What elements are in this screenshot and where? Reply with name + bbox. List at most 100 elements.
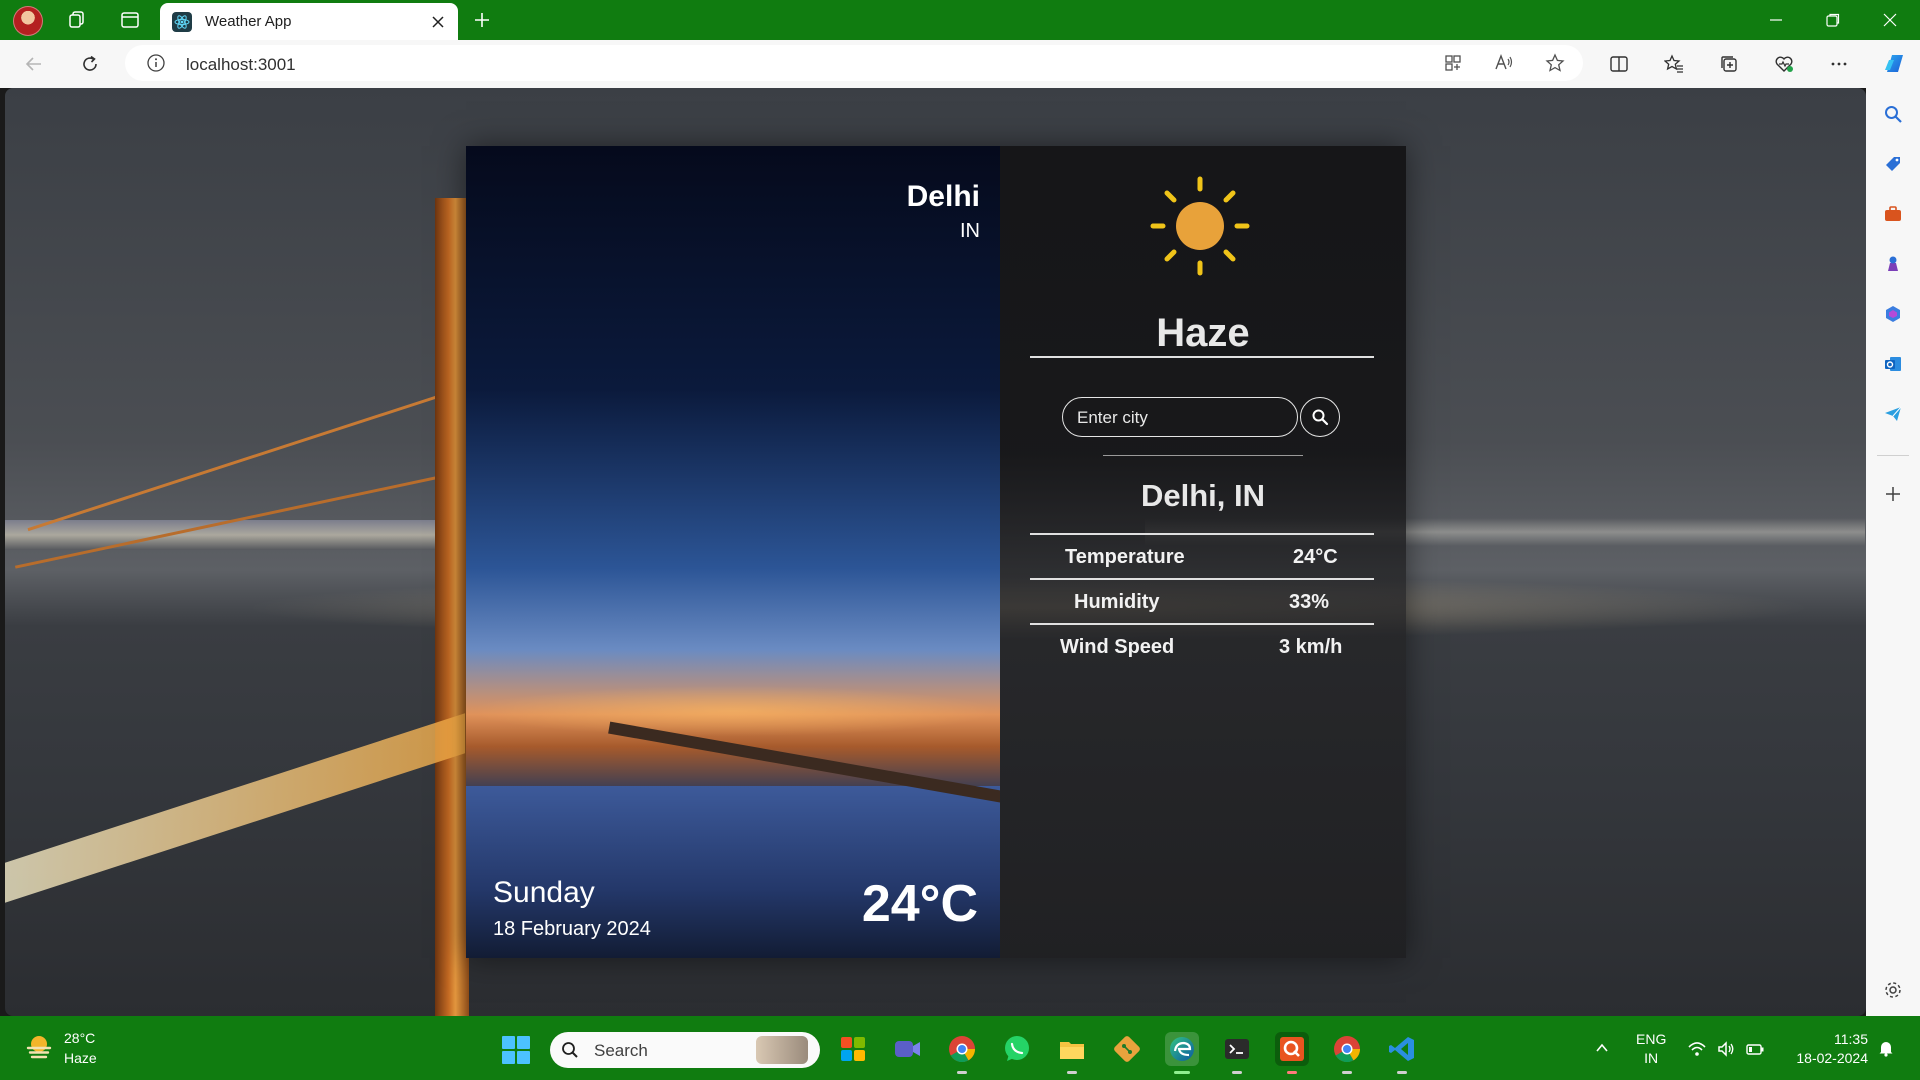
profile-avatar[interactable] (13, 6, 43, 36)
collections-icon[interactable] (1717, 52, 1741, 76)
search-icon (1312, 409, 1329, 426)
city-search-box (1062, 397, 1298, 437)
split-screen-icon[interactable] (1607, 52, 1631, 76)
taskbar-search-label: Search (594, 1041, 648, 1060)
city-search-input[interactable] (1075, 405, 1289, 431)
git-app-icon[interactable] (1110, 1032, 1144, 1066)
stat-row-humidity: Humidity 33% (1030, 580, 1374, 624)
refresh-icon[interactable] (78, 52, 102, 76)
taskbar-search-box[interactable]: Search (550, 1032, 820, 1068)
city-header: Delhi IN (907, 180, 980, 243)
sun-icon (1150, 176, 1250, 276)
more-menu-icon[interactable] (1827, 52, 1851, 76)
stat-row-temperature: Temperature 24°C (1030, 535, 1374, 579)
telegram-send-icon[interactable] (1881, 402, 1905, 426)
outlook-icon[interactable] (1881, 352, 1905, 376)
site-info-icon[interactable] (144, 51, 168, 75)
app-available-icon[interactable] (1441, 51, 1465, 75)
read-aloud-icon[interactable] (1492, 51, 1516, 75)
close-window-icon[interactable] (1876, 8, 1904, 32)
city-image-panel: Delhi IN Sunday 18 February 2024 24°C (466, 146, 1000, 958)
city-name: Delhi (906, 180, 980, 213)
workspaces-icon[interactable] (65, 8, 89, 32)
address-bar[interactable]: localhost:3001 (125, 45, 1583, 81)
weather-card: Delhi IN Sunday 18 February 2024 24°C Ha… (466, 146, 1406, 958)
show-hidden-icons-chevron-icon[interactable] (1592, 1038, 1612, 1058)
search-icon (560, 1040, 580, 1060)
close-tab-icon[interactable] (428, 12, 448, 32)
games-icon[interactable] (1881, 252, 1905, 276)
system-clock[interactable]: 11:35 18-02-2024 (1784, 1030, 1868, 1068)
stat-label: Temperature (1065, 546, 1185, 568)
background-bridge-cable (14, 468, 476, 569)
vscode-app-icon[interactable] (1385, 1032, 1419, 1074)
browser-title-bar: Weather App (0, 0, 1920, 40)
clock-date: 18-02-2024 (1796, 1050, 1868, 1066)
whatsapp-app-icon[interactable] (1000, 1032, 1034, 1066)
page-viewport: Delhi IN Sunday 18 February 2024 24°C Ha… (5, 88, 1866, 1016)
day-name: Sunday (493, 876, 595, 909)
input-language-indicator[interactable]: ENG IN (1636, 1030, 1666, 1068)
chrome-app-icon[interactable] (945, 1032, 979, 1074)
taskbar-weather-condition[interactable]: Haze (64, 1050, 97, 1066)
weather-details-panel: Haze Delhi, IN Temperature 24°C Humidity… (1000, 146, 1406, 958)
browser-essentials-icon[interactable] (1772, 52, 1796, 76)
stat-value: 24°C (1293, 546, 1338, 568)
stat-label: Wind Speed (1060, 636, 1175, 658)
new-tab-icon[interactable] (470, 8, 494, 32)
divider (1030, 356, 1374, 358)
battery-icon[interactable] (1744, 1038, 1766, 1060)
stat-label: Humidity (1074, 591, 1160, 613)
tab-title: Weather App (205, 13, 292, 30)
vertical-tabs-icon[interactable] (118, 8, 142, 32)
divider (1103, 455, 1303, 456)
background-city-lights (5, 520, 445, 550)
full-date: 18 February 2024 (493, 918, 651, 940)
background-bridge-tower (435, 198, 469, 1016)
stat-row-wind-speed: Wind Speed 3 km/h (1030, 625, 1374, 669)
haze-weather-icon[interactable] (24, 1032, 54, 1062)
sidebar-search-icon[interactable] (1881, 102, 1905, 126)
chrome-profile-app-icon[interactable] (1330, 1032, 1364, 1074)
sidebar-settings-gear-icon[interactable] (1881, 978, 1905, 1002)
file-explorer-app-icon[interactable] (1055, 1032, 1089, 1074)
copilot-icon[interactable] (1880, 49, 1910, 79)
microsoft-365-icon[interactable] (1881, 302, 1905, 326)
react-favicon-icon (172, 12, 192, 32)
wifi-icon[interactable] (1686, 1038, 1708, 1060)
add-sidebar-app-icon[interactable] (1881, 482, 1905, 506)
browser-toolbar: localhost:3001 (0, 40, 1920, 88)
background-bridge-road (5, 713, 465, 903)
start-windows-icon[interactable] (502, 1036, 530, 1064)
minimize-icon[interactable] (1762, 8, 1790, 32)
location-title: Delhi, IN (1140, 478, 1265, 513)
favorites-icon[interactable] (1662, 52, 1686, 76)
volume-icon[interactable] (1715, 1038, 1737, 1060)
favorite-star-icon[interactable] (1543, 51, 1567, 75)
region-code: IN (1644, 1050, 1659, 1066)
sidebar-divider (1877, 455, 1909, 456)
shopping-tag-icon[interactable] (1881, 152, 1905, 176)
weather-condition: Haze (1156, 311, 1250, 355)
country-code: IN (960, 220, 980, 242)
current-temperature: 24°C (861, 875, 978, 933)
back-arrow-icon[interactable] (22, 52, 46, 76)
search-button[interactable] (1300, 397, 1340, 437)
teams-meet-app-icon[interactable] (890, 1032, 924, 1066)
stat-value: 3 km/h (1279, 636, 1343, 658)
restore-icon[interactable] (1819, 8, 1847, 32)
taskbar-weather-temp[interactable]: 28°C (64, 1030, 95, 1046)
edge-app-icon[interactable] (1165, 1032, 1199, 1074)
background-bridge-cable (27, 383, 476, 532)
edge-sidebar (1866, 88, 1920, 1016)
qt-app-icon[interactable] (1275, 1032, 1309, 1074)
notification-bell-icon[interactable] (1876, 1038, 1896, 1058)
copilot-app-icon[interactable] (836, 1032, 870, 1066)
windows-taskbar: 28°C Haze Search ENG IN 11:35 18-02-2024 (0, 1016, 1920, 1080)
stat-value: 33% (1289, 591, 1330, 613)
tools-briefcase-icon[interactable] (1881, 202, 1905, 226)
terminal-app-icon[interactable] (1220, 1032, 1254, 1074)
clock-time: 11:35 (1834, 1031, 1868, 1047)
search-highlight-image (756, 1036, 808, 1064)
tab-weather-app[interactable]: Weather App (160, 3, 458, 40)
